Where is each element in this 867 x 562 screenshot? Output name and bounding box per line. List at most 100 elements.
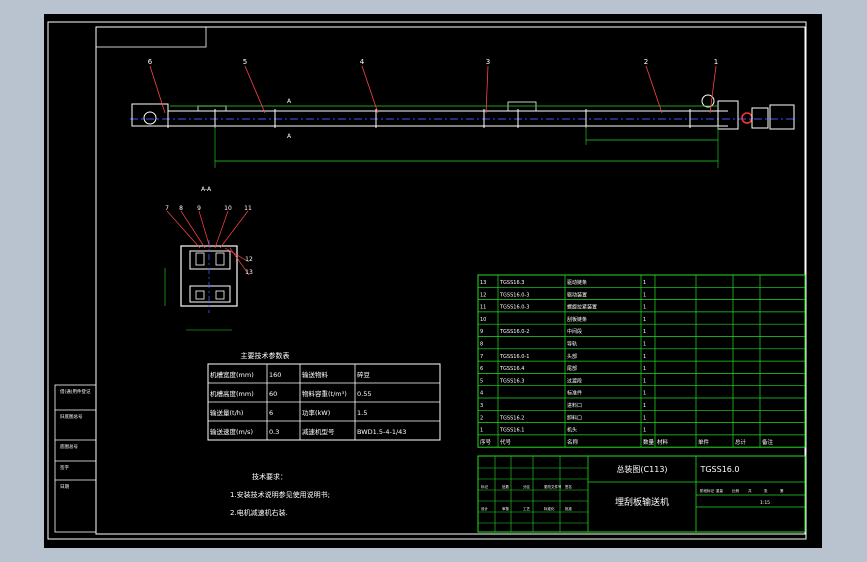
bom-cell: 13 (480, 280, 486, 286)
params-cell: 碎豆 (357, 370, 371, 379)
section-balloon: 9 (197, 205, 201, 212)
bom-cell: TGSS16.0-1 (499, 354, 529, 360)
balloon-label: 6 (148, 58, 153, 66)
section-marker: A (287, 133, 292, 140)
tb-label: 张 (764, 488, 768, 493)
tb-label: 共 (748, 488, 752, 493)
tech-req-item: 2.电机减速机右装. (230, 508, 288, 517)
balloon-leader (149, 65, 166, 114)
bom-cell: 2 (480, 415, 483, 421)
bom-cell: 标准件 (567, 390, 582, 397)
bom-cell: 8 (480, 342, 483, 348)
cad-viewport[interactable]: 借(通)用件登记 旧底图总号 底图总号 签字 日期 6 5 4 3 2 1 A A A-A 7 8 9 10 11 1… (44, 14, 822, 548)
params-cell: 6 (269, 409, 273, 417)
bom-cell: 1 (643, 292, 646, 298)
bom-cell: 机头 (567, 427, 577, 434)
bom-cell: 10 (480, 317, 486, 323)
tb-label: 标记 (481, 484, 489, 489)
inlet-1 (197, 105, 227, 112)
bom-cell: 驱动装置 (567, 291, 587, 298)
section-leader (214, 210, 229, 249)
bom-cell: 刮板链条 (567, 316, 587, 323)
tb-label: 分区 (523, 484, 531, 489)
section-title: A-A (201, 186, 212, 193)
params-cell: 1.5 (357, 409, 367, 417)
section-balloon: 12 (245, 256, 253, 263)
section-balloon: 10 (224, 205, 232, 212)
section-leader (166, 210, 201, 249)
params-cell: 功率(kW) (302, 408, 330, 417)
sheet-frame (47, 21, 807, 540)
balloon-label: 4 (360, 58, 365, 66)
params-cell: 0.3 (269, 428, 279, 436)
bom-cell: 1 (643, 366, 646, 372)
tb-label: 重量 (716, 488, 724, 493)
tb-label: 审核 (502, 506, 510, 511)
bom-header: 总计 (735, 438, 747, 446)
bom-cell: 驱动链条 (567, 279, 587, 286)
chain-block (195, 290, 205, 300)
params-cell: BWD1.5-4-1/43 (357, 428, 406, 436)
bom-cell: 尾部 (567, 365, 577, 372)
params-cell: 机槽宽度(mm) (210, 370, 254, 379)
bom-cell: 中间段 (567, 328, 582, 335)
bom-cell: TGSS16.0-3 (499, 305, 529, 311)
left-strip-label: 借(通)用件登记 (60, 388, 91, 395)
tech-req-title: 技术要求： (252, 472, 287, 481)
chain-block (215, 252, 225, 266)
inlet-2 (507, 101, 537, 112)
bom-header: 代号 (500, 438, 512, 446)
inner-frame (95, 26, 806, 535)
section-leader (219, 210, 249, 249)
chain-block (215, 290, 225, 300)
bom-cell: 5 (480, 378, 483, 384)
bom-header: 单件 (698, 438, 710, 446)
tb-label: 标准化 (544, 506, 555, 511)
bom-cell: 1 (643, 378, 646, 384)
section-balloon: 13 (245, 269, 253, 276)
balloon-label: 5 (243, 58, 247, 66)
tb-label: 第 (780, 488, 784, 493)
bom-cell: 卸料口 (567, 414, 582, 421)
bom-cell: 1 (643, 342, 646, 348)
section-marker: A (287, 98, 292, 105)
bom-cell: 7 (480, 354, 483, 360)
tech-req-item: 1.安装技术说明参见使用说明书; (230, 490, 330, 499)
left-strip-label: 底图总号 (60, 443, 78, 450)
bom-cell: TGSS16.0-3 (499, 292, 529, 298)
bom-cell: 4 (480, 391, 483, 397)
bom-header: 材料 (657, 438, 669, 446)
tb-label: 设计 (481, 506, 489, 511)
left-strip-label: 签字 (60, 464, 69, 471)
bom-cell: 1 (643, 317, 646, 323)
bom-cell: 3 (480, 403, 483, 409)
balloon-label: 2 (644, 58, 648, 66)
tb-label: 比例 (732, 488, 740, 493)
chain-block (195, 252, 205, 266)
bom-cell: TGSS16.0-2 (499, 329, 529, 335)
params-cell: 输送量(t/h) (210, 408, 243, 417)
bom-cell: 9 (480, 329, 483, 335)
bom-cell: 进料口 (567, 402, 582, 409)
bom-cell: 1 (643, 354, 646, 360)
bom-cell: 头部 (567, 353, 577, 360)
bom-cell: 过渡段 (567, 377, 582, 384)
balloon-label: 1 (714, 58, 718, 66)
bom-header: 数量 (643, 438, 655, 446)
head-section (717, 100, 739, 130)
top-left-box (95, 26, 207, 48)
params-cell: 输送物料 (302, 370, 329, 379)
params-cell: 160 (269, 371, 281, 379)
motor (769, 104, 795, 130)
drawing-canvas[interactable]: 借(通)用件登记旧底图总号底图总号签字日期6 5 4 3 2 1AAA-A7 8 9 10 111… (44, 14, 822, 548)
bom-cell: TGSS16.3 (499, 280, 524, 286)
params-cell: 减速机型号 (302, 427, 335, 436)
bom-cell: 1 (643, 403, 646, 409)
gearbox (751, 107, 769, 129)
left-strip-label: 日期 (60, 484, 69, 490)
params-title: 主要技术参数表 (241, 351, 290, 360)
left-strip (54, 384, 97, 533)
params-cell: 输送速度(m/s) (210, 427, 253, 436)
tail-sprocket (143, 111, 157, 125)
tb-label: 阶段标记 (700, 488, 714, 493)
